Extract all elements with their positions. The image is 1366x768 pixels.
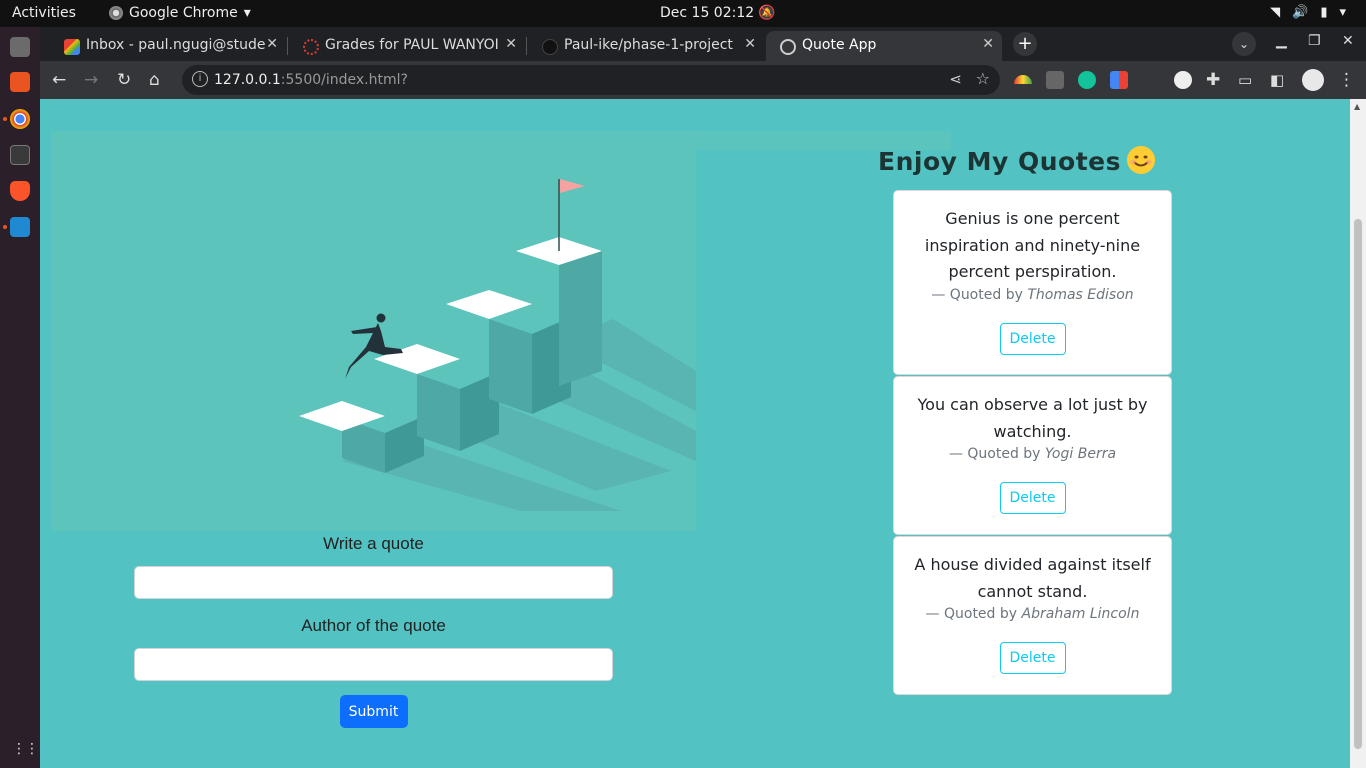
canvas-icon bbox=[303, 39, 319, 55]
info-icon[interactable]: i bbox=[192, 71, 208, 87]
tab-quote-app[interactable]: Quote App ✕ bbox=[766, 31, 1002, 61]
hero-illustration bbox=[51, 131, 696, 531]
quote-attribution: — Quoted by Abraham Lincoln bbox=[925, 606, 1140, 622]
scrollbar-thumb[interactable] bbox=[1354, 219, 1362, 749]
side-panel-icon[interactable]: ◧ bbox=[1270, 70, 1284, 90]
page-viewport: Write a quote Author of the quote Submit… bbox=[40, 99, 1350, 768]
quote-card: A house divided against itself cannot st… bbox=[893, 536, 1172, 695]
share-icon[interactable]: ⋖ bbox=[949, 70, 962, 88]
extension-rainbow-icon[interactable] bbox=[1014, 75, 1032, 84]
quote-author: Thomas Edison bbox=[1027, 286, 1134, 303]
address-bar[interactable]: i 127.0.0.1:5500/index.html? ⋖ ☆ bbox=[182, 65, 1000, 95]
quote-author: Abraham Lincoln bbox=[1021, 606, 1140, 622]
close-icon[interactable]: ✕ bbox=[505, 36, 517, 52]
maximize-icon[interactable]: ❐ bbox=[1308, 33, 1321, 49]
tab-strip: Inbox - paul.ngugi@stude ✕ Grades for PA… bbox=[40, 27, 1366, 61]
tab-search-button[interactable]: ⌄ bbox=[1232, 32, 1256, 56]
quote-text: A house divided against itself cannot st… bbox=[914, 555, 1151, 601]
tab-title: Paul-ike/phase-1-project bbox=[564, 37, 733, 53]
quote-attribution: — Quoted by Thomas Edison bbox=[931, 286, 1134, 303]
app-name: Google Chrome bbox=[129, 5, 238, 21]
extension-google-icon[interactable] bbox=[1110, 71, 1128, 89]
chrome-icon[interactable] bbox=[10, 109, 30, 129]
quote-attribution: — Quoted by Yogi Berra bbox=[948, 446, 1117, 462]
tab-separator bbox=[526, 37, 527, 55]
wifi-icon: ◥ bbox=[1270, 5, 1281, 20]
gmail-icon bbox=[64, 39, 80, 55]
quote-card: You can observe a lot just by watching. … bbox=[893, 376, 1172, 535]
tab-title: Quote App bbox=[802, 37, 877, 53]
forward-icon[interactable]: → bbox=[84, 70, 98, 90]
new-tab-button[interactable]: + bbox=[1013, 32, 1037, 56]
url-text[interactable]: 127.0.0.1:5500/index.html? bbox=[214, 72, 408, 88]
browser-toolbar: ← → ↻ ⌂ i 127.0.0.1:5500/index.html? ⋖ ☆… bbox=[40, 61, 1366, 99]
activities-button[interactable]: Activities bbox=[12, 5, 76, 21]
tab-title: Inbox - paul.ngugi@stude bbox=[86, 37, 266, 53]
dock: ⋮⋮⋮ bbox=[0, 27, 52, 768]
github-icon bbox=[542, 39, 558, 55]
reload-icon[interactable]: ↻ bbox=[117, 70, 131, 90]
tab-title: Grades for PAUL WANYOI bbox=[325, 37, 499, 53]
scroll-up-arrow-icon[interactable]: ▲ bbox=[1354, 102, 1360, 111]
minimize-icon[interactable]: ▁ bbox=[1276, 33, 1287, 49]
files-icon[interactable] bbox=[10, 37, 30, 57]
quote-text: You can observe a lot just by watching. bbox=[917, 395, 1148, 441]
quote-author: Yogi Berra bbox=[1044, 446, 1117, 462]
close-icon[interactable]: ✕ bbox=[982, 36, 994, 52]
page-scrollbar[interactable]: ▲ bbox=[1350, 99, 1366, 768]
menu-kebab-icon[interactable]: ⋮ bbox=[1338, 70, 1355, 90]
caret-down-icon: ▾ bbox=[1339, 5, 1346, 20]
extension-cursor-icon[interactable] bbox=[1174, 71, 1192, 89]
software-store-icon[interactable] bbox=[10, 72, 30, 92]
vscode-icon[interactable] bbox=[10, 217, 30, 237]
app-menu[interactable]: Google Chrome ▾ bbox=[109, 5, 251, 21]
home-icon[interactable]: ⌂ bbox=[149, 70, 160, 90]
caret-down-icon: ▾ bbox=[243, 5, 251, 21]
quote-input[interactable] bbox=[134, 566, 613, 599]
brave-icon[interactable] bbox=[10, 181, 30, 201]
quote-label: Write a quote bbox=[323, 534, 424, 553]
grammarly-icon[interactable] bbox=[1078, 71, 1096, 89]
globe-icon bbox=[780, 39, 796, 55]
delete-button[interactable]: Delete bbox=[999, 482, 1066, 514]
profile-avatar[interactable] bbox=[1302, 69, 1324, 91]
extensions-puzzle-icon[interactable]: ✚ bbox=[1206, 70, 1220, 90]
extension-dots-icon[interactable] bbox=[1046, 71, 1064, 89]
close-icon[interactable]: ✕ bbox=[744, 36, 756, 52]
tab-github[interactable]: Paul-ike/phase-1-project ✕ bbox=[528, 31, 764, 61]
quote-form: Write a quote Author of the quote Submit bbox=[134, 531, 613, 728]
author-label: Author of the quote bbox=[301, 616, 446, 635]
battery-icon: ▮ bbox=[1320, 5, 1328, 20]
quote-text: Genius is one percent inspiration and ni… bbox=[924, 209, 1141, 281]
tab-grades[interactable]: Grades for PAUL WANYOI ✕ bbox=[289, 31, 525, 61]
clock[interactable]: Dec 15 02:12 bbox=[660, 5, 754, 21]
tab-separator bbox=[287, 37, 288, 55]
bookmark-star-icon[interactable]: ☆ bbox=[976, 69, 990, 88]
page-title: Enjoy My Quotes bbox=[878, 146, 1156, 176]
delete-button[interactable]: Delete bbox=[999, 642, 1066, 674]
delete-button[interactable]: Delete bbox=[999, 322, 1066, 355]
running-indicator bbox=[3, 225, 7, 229]
notifications-off-icon: 🔕 bbox=[758, 5, 776, 21]
author-input[interactable] bbox=[134, 648, 613, 681]
volume-icon: 🔊 bbox=[1292, 5, 1309, 20]
tab-gmail[interactable]: Inbox - paul.ngugi@stude ✕ bbox=[50, 31, 286, 61]
cast-icon[interactable]: ▭ bbox=[1238, 70, 1252, 90]
submit-button[interactable]: Submit bbox=[339, 695, 408, 728]
stairs-illustration bbox=[299, 179, 696, 511]
system-tray[interactable]: ◥ 🔊 ▮ ▾ bbox=[1270, 5, 1346, 20]
window-close-icon[interactable]: ✕ bbox=[1342, 33, 1354, 49]
quote-card: Genius is one percent inspiration and ni… bbox=[893, 190, 1172, 375]
chrome-icon bbox=[109, 6, 123, 20]
terminal-icon[interactable] bbox=[10, 145, 30, 165]
close-icon[interactable]: ✕ bbox=[266, 36, 278, 52]
system-top-bar: Activities Google Chrome ▾ Dec 15 02:12 … bbox=[0, 0, 1366, 27]
smile-emoji-icon bbox=[1127, 146, 1156, 174]
back-icon[interactable]: ← bbox=[52, 70, 66, 90]
running-indicator bbox=[3, 117, 7, 121]
